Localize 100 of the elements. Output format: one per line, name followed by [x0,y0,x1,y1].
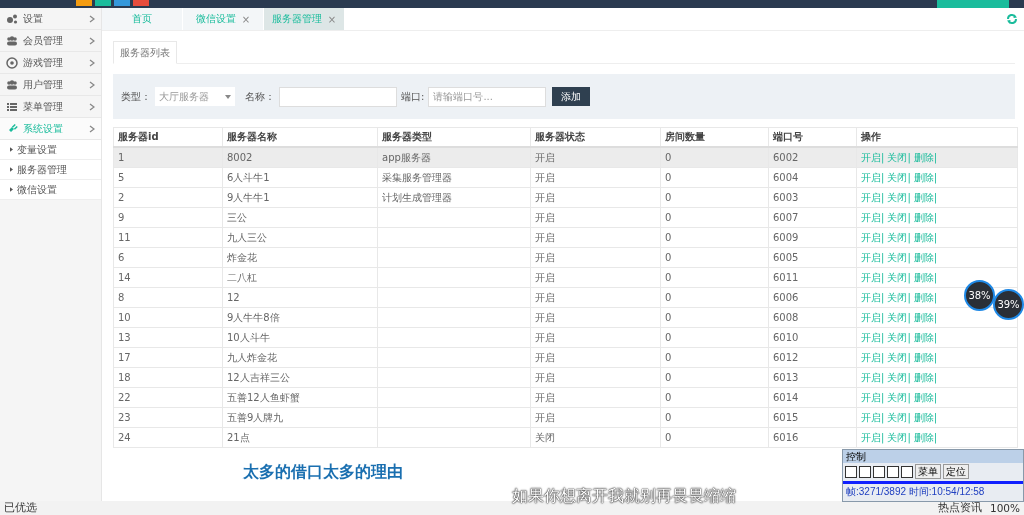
add-button[interactable]: 添加 [552,87,591,106]
status-item[interactable]: 热点资讯 [937,501,982,515]
toolbar-icon[interactable] [887,465,899,478]
action-link[interactable]: 删除| [913,191,938,203]
action-link[interactable]: 关闭| [887,431,911,443]
action-link[interactable]: 关闭| [887,411,911,423]
action-link[interactable]: 开启| [861,231,885,243]
table-cell: 10 [118,312,131,323]
action-link[interactable]: 开启| [861,391,885,403]
status-text: 已优选 [4,501,37,515]
table-cell: 采集服务管理器 [382,171,452,183]
action-link[interactable]: 关闭| [887,231,911,243]
bullet-icon [10,147,13,152]
action-link[interactable]: 开启| [861,351,885,363]
table-cell: 0 [665,292,672,303]
panel-tab[interactable]: 服务器列表 [113,41,177,64]
action-link[interactable]: 关闭| [887,151,911,163]
table-cell: 开启 [535,271,555,283]
tab[interactable]: 服务器管理 × [264,8,345,30]
action-link[interactable]: 关闭| [887,391,911,403]
table-cell: 21点 [227,431,250,443]
table-cell: 6004 [773,172,799,183]
action-link[interactable]: 删除| [913,311,938,323]
action-link[interactable]: 删除| [913,151,938,163]
action-link[interactable]: 删除| [913,351,938,363]
control-button[interactable]: 菜单 [915,464,941,479]
table-cell: 计划生成管理器 [382,191,452,203]
port-label: 端口: [401,89,425,104]
tab[interactable]: 首页 [102,8,183,30]
bullet-icon [10,187,13,192]
close-icon[interactable]: × [241,13,251,25]
table-cell: 关闭 [535,431,555,443]
action-link[interactable]: 删除| [913,231,938,243]
action-link[interactable]: 关闭| [887,271,911,283]
action-link[interactable]: 开启| [861,191,885,203]
action-link[interactable]: 开启| [861,291,885,303]
toolbar-icon[interactable] [901,465,913,478]
action-link[interactable]: 删除| [913,411,938,423]
action-link[interactable]: 关闭| [887,171,911,183]
table-cell: 开启 [535,331,555,343]
action-link[interactable]: 开启| [861,371,885,383]
action-link[interactable]: 开启| [861,271,885,283]
action-link[interactable]: 关闭| [887,311,911,323]
table-cell: 0 [665,432,672,443]
table-cell: 17 [118,352,131,363]
action-link[interactable]: 删除| [913,251,938,263]
table-cell: 开启 [535,311,555,323]
action-link[interactable]: 删除| [913,211,938,223]
table-cell: 二八杠 [227,271,257,283]
action-link[interactable]: 关闭| [887,291,911,303]
action-link[interactable]: 开启| [861,211,885,223]
table-cell: 三公 [227,211,247,223]
toolbar-icon[interactable] [859,465,871,478]
action-link[interactable]: 删除| [913,371,938,383]
type-select[interactable]: 大厅服务器 [155,87,235,106]
action-link[interactable]: 关闭| [887,351,911,363]
chevron-icon [89,14,95,23]
toolbar-icon[interactable] [873,465,885,478]
action-link[interactable]: 删除| [913,331,938,343]
action-link[interactable]: 关闭| [887,191,911,203]
status-item[interactable]: 100% [989,502,1020,514]
table-cell: 24 [118,432,131,443]
refresh-icon[interactable] [1006,13,1018,25]
table-cell: 开启 [535,411,555,423]
action-link[interactable]: 开启| [861,151,885,163]
table-cell: app服务器 [382,151,431,163]
sidebar-item[interactable]: 用户管理 [0,74,101,96]
action-link[interactable]: 关闭| [887,371,911,383]
table-cell: 6012 [773,352,799,363]
table-cell: 开启 [535,211,555,223]
table-cell: 11 [118,232,131,243]
action-link[interactable]: 关闭| [887,331,911,343]
action-link[interactable]: 删除| [913,271,938,283]
name-input[interactable] [279,86,397,107]
port-input[interactable]: 请输端口号... [428,86,547,107]
action-link[interactable]: 关闭| [887,211,911,223]
action-link[interactable]: 删除| [913,171,938,183]
action-link[interactable]: 开启| [861,411,885,423]
close-icon[interactable]: × [327,13,337,25]
table-cell: 12人吉祥三公 [227,371,290,383]
control-button[interactable]: 定位 [943,464,969,479]
action-link[interactable]: 开启| [861,251,885,263]
sidebar-item[interactable]: 会员管理 [0,30,101,52]
sidebar-item[interactable]: 游戏管理 [0,52,101,74]
sidebar-item[interactable]: 设置 [0,8,101,30]
action-link[interactable]: 开启| [861,431,885,443]
action-link[interactable]: 删除| [913,291,938,303]
action-link[interactable]: 开启| [861,311,885,323]
action-link[interactable]: 开启| [861,171,885,183]
action-link[interactable]: 开启| [861,331,885,343]
sidebar-item[interactable]: 系统设置 [0,118,101,140]
users-icon [6,78,18,91]
toolbar-icon[interactable] [845,465,857,478]
action-link[interactable]: 删除| [913,431,938,443]
tab[interactable]: 微信设置 × [183,8,264,30]
table-cell: 炸金花 [227,251,257,263]
table-cell: 6005 [773,252,799,263]
table-cell: 6人斗牛1 [227,171,270,183]
action-link[interactable]: 删除| [913,391,938,403]
action-link[interactable]: 关闭| [887,251,911,263]
